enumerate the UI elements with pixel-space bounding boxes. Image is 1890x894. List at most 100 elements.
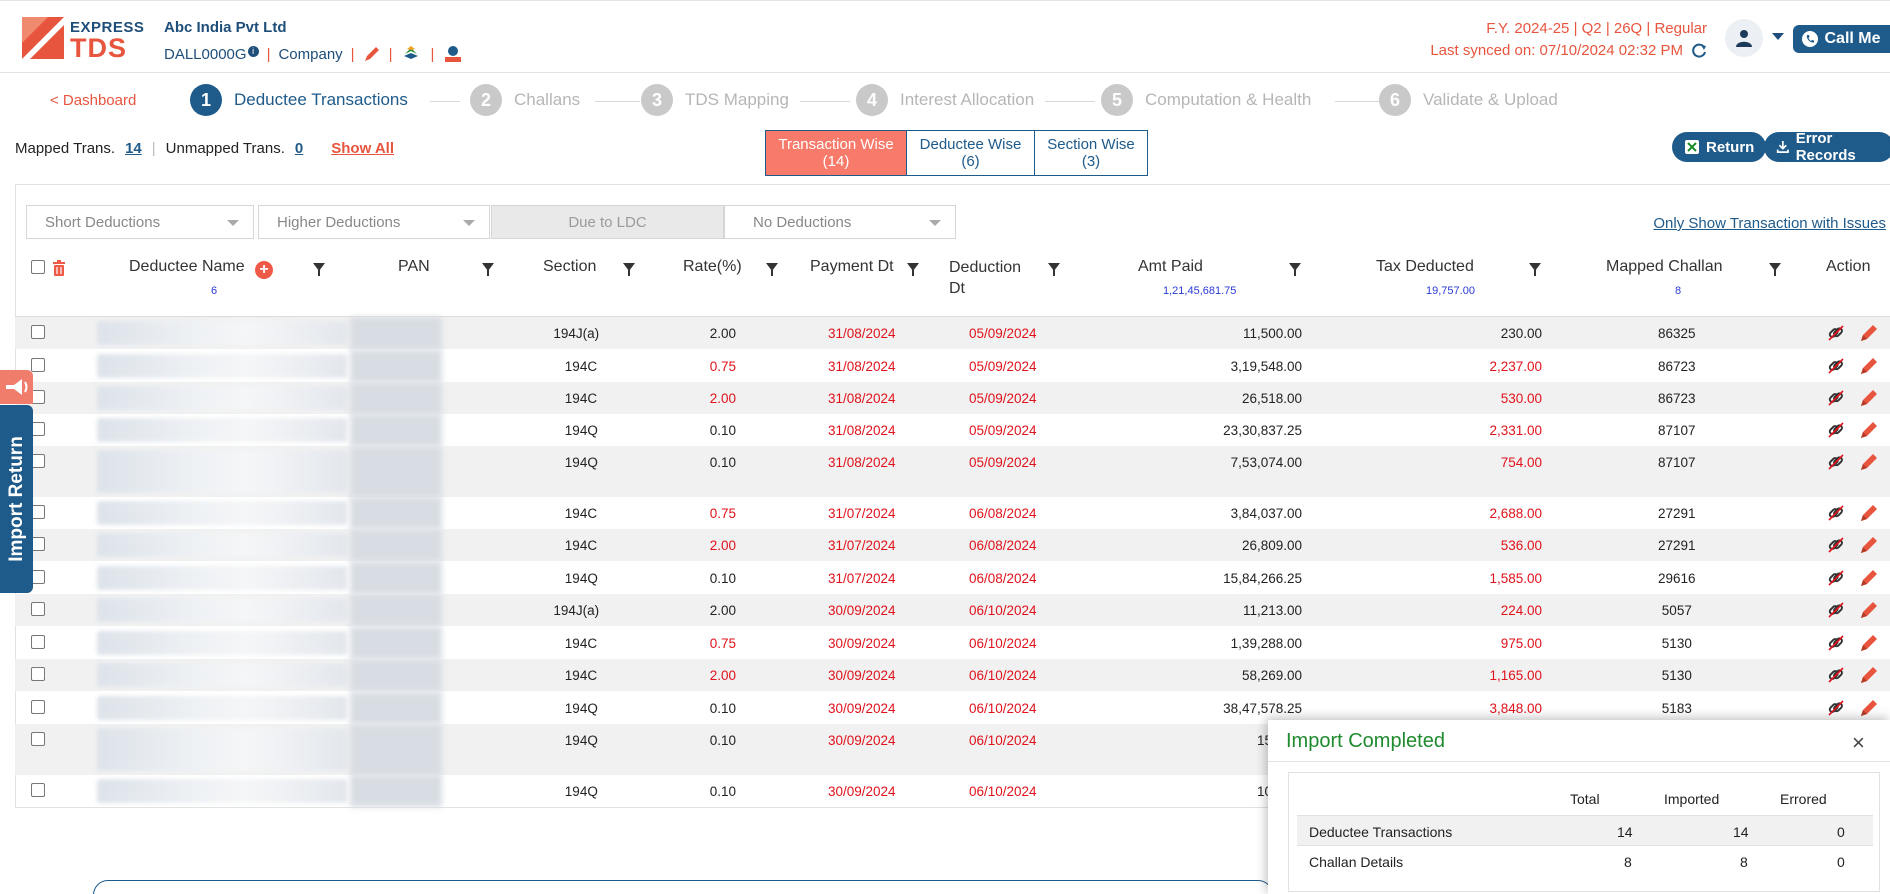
add-deductee-icon[interactable]: + bbox=[255, 261, 273, 279]
row-checkbox[interactable] bbox=[31, 635, 45, 649]
col-amt-paid[interactable]: Amt Paid bbox=[1138, 258, 1203, 276]
section-cell: 194Q bbox=[564, 733, 598, 748]
error-records-button[interactable]: Error Records bbox=[1764, 130, 1890, 164]
step-validate-upload[interactable]: 6 Validate & Upload bbox=[1379, 84, 1558, 116]
row-checkbox[interactable] bbox=[31, 602, 45, 616]
unmapped-count-link[interactable]: 0 bbox=[295, 140, 303, 157]
tab-transaction-wise[interactable]: Transaction Wise (14) bbox=[766, 131, 906, 175]
col-section[interactable]: Section bbox=[543, 258, 596, 276]
edit-pencil-icon[interactable] bbox=[1859, 698, 1879, 718]
amount-paid-cell: 1,39,288.00 bbox=[1230, 636, 1302, 651]
row-checkbox[interactable] bbox=[31, 390, 45, 404]
step-challans[interactable]: 2 Challans bbox=[470, 84, 580, 116]
edit-pencil-icon[interactable] bbox=[1859, 600, 1879, 620]
col-mapped-challan[interactable]: Mapped Challan bbox=[1606, 258, 1723, 276]
tab-section-wise[interactable]: Section Wise (3) bbox=[1034, 131, 1147, 175]
row-checkbox[interactable] bbox=[31, 667, 45, 681]
row-checkbox[interactable] bbox=[31, 700, 45, 714]
filter-funnel-icon[interactable] bbox=[623, 263, 635, 276]
emblem-icon[interactable] bbox=[400, 45, 422, 63]
filter-funnel-icon[interactable] bbox=[313, 263, 325, 276]
pan-redacted bbox=[350, 446, 442, 497]
row-checkbox[interactable] bbox=[31, 454, 45, 468]
row-checkbox[interactable] bbox=[31, 732, 45, 746]
close-icon[interactable]: × bbox=[1852, 730, 1865, 756]
edit-pencil-icon[interactable] bbox=[1859, 535, 1879, 555]
edit-pencil-icon[interactable] bbox=[1859, 503, 1879, 523]
step-computation-health[interactable]: 5 Computation & Health bbox=[1101, 84, 1311, 116]
col-rate[interactable]: Rate(%) bbox=[683, 258, 742, 276]
row-checkbox[interactable] bbox=[31, 325, 45, 339]
filter-funnel-icon[interactable] bbox=[1769, 263, 1781, 276]
edit-pencil-icon[interactable] bbox=[1859, 323, 1879, 343]
filter-funnel-icon[interactable] bbox=[766, 263, 778, 276]
filter-funnel-icon[interactable] bbox=[1289, 263, 1301, 276]
megaphone-tab[interactable] bbox=[0, 370, 33, 404]
edit-pencil-icon[interactable] bbox=[1859, 356, 1879, 376]
unmap-link-icon[interactable] bbox=[1826, 600, 1846, 620]
unmap-link-icon[interactable] bbox=[1826, 323, 1846, 343]
tab-deductee-wise[interactable]: Deductee Wise (6) bbox=[906, 131, 1034, 175]
col-deduction-dt[interactable]: Deduction Dt bbox=[949, 257, 1021, 299]
company-type: Company bbox=[278, 45, 343, 63]
short-deductions-filter[interactable]: Short Deductions bbox=[26, 205, 254, 239]
user-avatar[interactable] bbox=[1725, 19, 1763, 57]
row-checkbox[interactable] bbox=[31, 783, 45, 797]
col-tax-deducted[interactable]: Tax Deducted bbox=[1376, 258, 1474, 276]
row-checkbox[interactable] bbox=[31, 358, 45, 372]
income-tax-icon[interactable] bbox=[442, 45, 464, 63]
row-checkbox[interactable] bbox=[31, 505, 45, 519]
rate-cell: 2.00 bbox=[709, 668, 736, 683]
edit-pencil-icon[interactable] bbox=[1859, 665, 1879, 685]
unmap-link-icon[interactable] bbox=[1826, 698, 1846, 718]
return-button[interactable]: Return bbox=[1672, 132, 1767, 162]
trash-icon[interactable] bbox=[52, 260, 66, 276]
chevron-down-icon[interactable] bbox=[1772, 33, 1784, 40]
mapped-challan-cell: 5057 bbox=[1661, 603, 1692, 618]
filter-funnel-icon[interactable] bbox=[482, 263, 494, 276]
select-all-checkbox[interactable] bbox=[31, 260, 45, 274]
edit-pencil-icon[interactable] bbox=[1859, 452, 1879, 472]
step-interest-allocation[interactable]: 4 Interest Allocation bbox=[856, 84, 1034, 116]
step-tds-mapping[interactable]: 3 TDS Mapping bbox=[641, 84, 789, 116]
show-all-link[interactable]: Show All bbox=[331, 140, 394, 157]
edit-pencil-icon[interactable] bbox=[1859, 388, 1879, 408]
unmap-link-icon[interactable] bbox=[1826, 633, 1846, 653]
info-icon[interactable]: i bbox=[247, 45, 259, 57]
amount-paid-cell: 58,269.00 bbox=[1241, 668, 1302, 683]
pencil-edit-icon[interactable] bbox=[363, 45, 381, 63]
edit-pencil-icon[interactable] bbox=[1859, 568, 1879, 588]
row-checkbox[interactable] bbox=[31, 537, 45, 551]
filter-funnel-icon[interactable] bbox=[907, 263, 919, 276]
import-return-tab[interactable]: Import Return bbox=[0, 405, 33, 593]
unmap-link-icon[interactable] bbox=[1826, 665, 1846, 685]
row-checkbox[interactable] bbox=[31, 422, 45, 436]
mapped-count-link[interactable]: 14 bbox=[125, 140, 142, 157]
unmap-link-icon[interactable] bbox=[1826, 503, 1846, 523]
unmap-link-icon[interactable] bbox=[1826, 356, 1846, 376]
refresh-icon[interactable] bbox=[1691, 43, 1707, 59]
unmap-link-icon[interactable] bbox=[1826, 420, 1846, 440]
call-me-button[interactable]: Call Me bbox=[1793, 25, 1890, 53]
pan-redacted bbox=[350, 724, 442, 775]
back-to-dashboard-link[interactable]: < Dashboard bbox=[50, 92, 136, 109]
edit-pencil-icon[interactable] bbox=[1859, 420, 1879, 440]
col-deductee-name[interactable]: Deductee Name bbox=[129, 258, 245, 276]
no-deductions-filter[interactable]: No Deductions bbox=[724, 205, 956, 239]
view-tabs: Transaction Wise (14) Deductee Wise (6) … bbox=[765, 130, 1148, 176]
higher-deductions-filter[interactable]: Higher Deductions bbox=[258, 205, 490, 239]
unmap-link-icon[interactable] bbox=[1826, 535, 1846, 555]
unmap-link-icon[interactable] bbox=[1826, 388, 1846, 408]
unmap-link-icon[interactable] bbox=[1826, 452, 1846, 472]
filter-funnel-icon[interactable] bbox=[1529, 263, 1541, 276]
express-tds-logo-icon[interactable] bbox=[22, 17, 64, 59]
step-deductee-transactions[interactable]: 1 Deductee Transactions bbox=[190, 84, 408, 116]
only-show-issues-link[interactable]: Only Show Transaction with Issues bbox=[1653, 215, 1886, 232]
row-checkbox[interactable] bbox=[31, 570, 45, 584]
edit-pencil-icon[interactable] bbox=[1859, 633, 1879, 653]
col-payment-dt[interactable]: Payment Dt bbox=[810, 258, 894, 276]
filter-funnel-icon[interactable] bbox=[1048, 263, 1060, 276]
unmap-link-icon[interactable] bbox=[1826, 568, 1846, 588]
tax-deducted-cell: 3,848.00 bbox=[1489, 701, 1542, 716]
col-pan[interactable]: PAN bbox=[398, 258, 430, 276]
